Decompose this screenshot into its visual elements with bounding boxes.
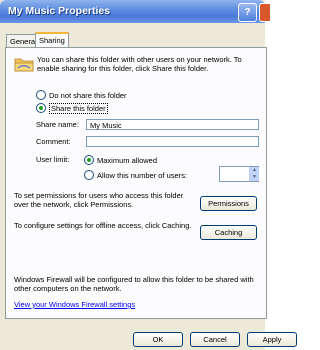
comment-input[interactable] bbox=[86, 136, 259, 147]
permissions-text: To set permissions for users who access … bbox=[14, 191, 184, 209]
properties-dialog: My Music Properties ? General Sharing Yo… bbox=[0, 0, 297, 350]
share-name-input[interactable]: My Music bbox=[86, 119, 259, 130]
apply-button[interactable]: Apply bbox=[247, 332, 297, 347]
radio-max-allowed-button[interactable] bbox=[84, 155, 94, 165]
close-icon[interactable] bbox=[259, 3, 271, 22]
sharing-panel: You can share this folder with other use… bbox=[5, 47, 267, 319]
caching-button[interactable]: Caching bbox=[200, 225, 257, 240]
permissions-button[interactable]: Permissions bbox=[200, 196, 257, 211]
window-title: My Music Properties bbox=[8, 5, 111, 17]
radio-allow-number-label: Allow this number of users: bbox=[97, 171, 188, 180]
spinner-down-icon[interactable]: ▼ bbox=[250, 174, 259, 181]
radio-share[interactable]: Share this folder bbox=[36, 103, 108, 114]
radio-max-allowed-label: Maximum allowed bbox=[97, 156, 158, 165]
firewall-settings-link[interactable]: View your Windows Firewall settings bbox=[14, 300, 135, 309]
radio-dont-share-button[interactable] bbox=[36, 90, 46, 100]
shared-folder-icon bbox=[14, 58, 34, 72]
radio-allow-number-button[interactable] bbox=[84, 170, 94, 180]
ok-button[interactable]: OK bbox=[133, 332, 183, 347]
spinner-up-icon[interactable]: ▲ bbox=[250, 167, 259, 174]
radio-dont-share-label: Do not share this folder bbox=[49, 91, 127, 100]
caching-text: To configure settings for offline access… bbox=[14, 221, 192, 230]
radio-max-allowed[interactable]: Maximum allowed bbox=[84, 155, 157, 165]
radio-allow-number[interactable]: Allow this number of users: bbox=[84, 170, 187, 180]
radio-share-label: Share this folder bbox=[49, 103, 108, 114]
user-limit-label: User limit: bbox=[36, 155, 70, 164]
radio-share-button[interactable] bbox=[36, 103, 46, 113]
cancel-button[interactable]: Cancel bbox=[190, 332, 240, 347]
share-name-label: Share name: bbox=[36, 120, 79, 129]
firewall-text: Windows Firewall will be configured to a… bbox=[14, 275, 254, 293]
user-count-spinner[interactable]: ▲ ▼ bbox=[249, 167, 259, 181]
help-icon[interactable]: ? bbox=[238, 3, 257, 22]
radio-dont-share[interactable]: Do not share this folder bbox=[36, 90, 127, 100]
comment-label: Comment: bbox=[36, 137, 71, 146]
sharing-description: You can share this folder with other use… bbox=[37, 55, 242, 73]
title-bar[interactable]: My Music Properties ? bbox=[0, 0, 271, 23]
